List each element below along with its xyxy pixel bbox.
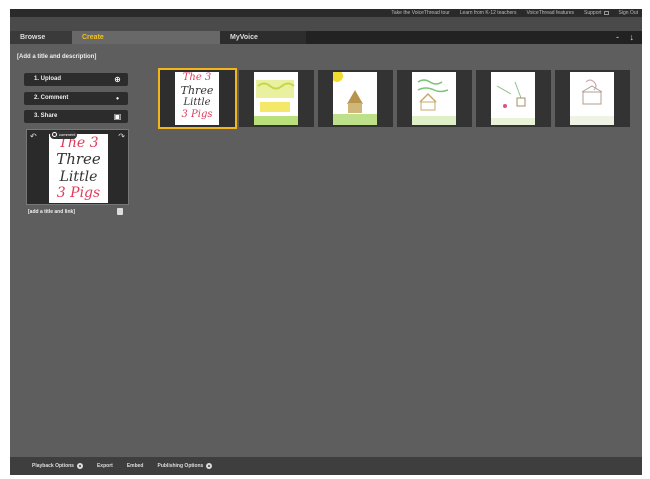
publishing-options-button[interactable]: Publishing Options	[157, 463, 213, 469]
filmstrip-slide-5[interactable]	[476, 70, 551, 127]
slide-thumbnail	[491, 72, 535, 125]
top-bar: Take the VoiceThread tour Learn from K-1…	[10, 9, 642, 17]
filmstrip-slide-2[interactable]	[239, 70, 314, 127]
drawing-thumbnail	[491, 72, 535, 125]
handwriting-line: The 3	[182, 72, 212, 83]
comment-label: 2. Comment	[34, 95, 69, 101]
slide-thumbnail	[412, 72, 456, 125]
tab-create[interactable]: Create	[72, 31, 220, 44]
top-links: Take the VoiceThread tour Learn from K-1…	[381, 9, 638, 17]
handwriting-line: Little	[183, 97, 211, 108]
support-link[interactable]: Support	[584, 10, 609, 16]
filmstrip-slide-3[interactable]	[318, 70, 393, 127]
tab-bar-filler	[306, 31, 642, 44]
filmstrip-slide-1[interactable]: The 3 Three Little 3 Pigs	[158, 68, 237, 129]
share-box-icon: ▣	[113, 112, 122, 121]
handwriting-line: Three	[56, 150, 101, 168]
voicethread-app: Take the VoiceThread tour Learn from K-1…	[10, 9, 642, 475]
add-title-link[interactable]: [add a title and link]	[28, 209, 75, 215]
comment-dot-icon	[52, 132, 57, 137]
tab-bar: Browse Create MyVoice - ↓	[10, 17, 642, 44]
drawing-thumbnail	[412, 72, 456, 125]
comment-button[interactable]: 2. Comment •	[24, 92, 128, 105]
comment-badge[interactable]: comment	[50, 131, 77, 139]
slide-thumbnail	[254, 72, 298, 125]
slide-thumbnail: The 3 Three Little 3 Pigs	[175, 72, 219, 125]
filmstrip-slide-4[interactable]	[397, 70, 472, 127]
handwriting-line: Little	[59, 169, 98, 185]
share-label: 3. Share	[34, 113, 58, 119]
features-link[interactable]: VoiceThread features	[526, 10, 574, 16]
drawing-thumbnail	[254, 72, 298, 125]
playback-options-button[interactable]: Playback Options	[32, 463, 83, 469]
slide-thumbnail	[333, 72, 377, 125]
upload-label: 1. Upload	[34, 76, 62, 82]
download-icon[interactable]: ↓	[630, 32, 635, 42]
tour-link[interactable]: Take the VoiceThread tour	[391, 10, 449, 16]
preview-page-image: The 3 Three Little 3 Pigs	[49, 134, 108, 203]
drawing-thumbnail	[333, 72, 377, 125]
handwriting-line: 3 Pigs	[56, 185, 101, 201]
add-title-description-link[interactable]: [Add a title and description]	[17, 54, 96, 60]
rotate-left-icon[interactable]: ↶	[30, 132, 37, 141]
handwriting-line: 3 Pigs	[181, 109, 213, 120]
gear-icon	[76, 463, 83, 469]
share-button[interactable]: 3. Share ▣	[24, 110, 128, 123]
export-button[interactable]: Export	[97, 463, 113, 469]
microphone-icon: •	[116, 94, 119, 103]
embed-button[interactable]: Embed	[127, 463, 144, 469]
sign-out-link[interactable]: Sign Out	[619, 10, 638, 16]
drawing-thumbnail	[570, 72, 614, 125]
slide-thumbnail	[570, 72, 614, 125]
plus-circle-icon: ⊕	[114, 75, 121, 84]
window-controls: - ↓	[608, 32, 634, 42]
handwriting-line: Three	[180, 84, 214, 97]
trash-icon[interactable]	[117, 208, 123, 215]
bottom-toolbar: Playback Options Export Embed Publishing…	[10, 457, 642, 475]
tab-browse[interactable]: Browse	[10, 31, 72, 44]
slide-preview[interactable]: ↶ ↷ The 3 Three Little 3 Pigs comment	[26, 129, 129, 205]
minimize-icon[interactable]: -	[616, 32, 619, 42]
teachers-link[interactable]: Learn from K-12 teachers	[460, 10, 517, 16]
rotate-right-icon[interactable]: ↷	[118, 132, 125, 141]
upload-button[interactable]: 1. Upload ⊕	[24, 73, 128, 86]
support-icon	[603, 10, 609, 15]
filmstrip-slide-6[interactable]	[555, 70, 630, 127]
create-panel: [Add a title and description] 1. Upload …	[10, 44, 642, 457]
gear-icon	[206, 463, 213, 469]
tab-myvoice[interactable]: MyVoice	[220, 31, 306, 44]
